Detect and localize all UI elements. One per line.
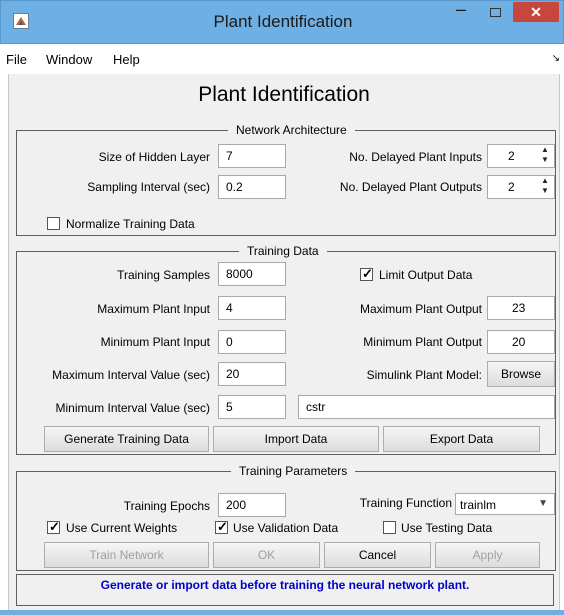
hidden-layer-label: Size of Hidden Layer	[98, 150, 210, 164]
min-interval-label: Minimum Interval Value (sec)	[55, 401, 211, 415]
simulink-model-input[interactable]: cstr	[298, 395, 555, 419]
training-samples-label: Training Samples	[117, 268, 210, 282]
training-parameters-title: Training Parameters	[231, 464, 356, 478]
max-interval-input[interactable]: 20	[218, 362, 286, 386]
use-current-weights-label: Use Current Weights	[66, 521, 178, 535]
sampling-interval-label: Sampling Interval (sec)	[87, 180, 210, 194]
use-testing-data-checkbox[interactable]	[383, 521, 396, 534]
close-button[interactable]: ✕	[513, 2, 559, 22]
export-data-button[interactable]: Export Data	[383, 426, 540, 452]
limit-output-checkbox[interactable]: ✓	[360, 266, 373, 281]
delayed-outputs-spinner[interactable]: 2 ▲ ▼	[487, 175, 555, 199]
delayed-outputs-value: 2	[508, 180, 515, 194]
limit-output-label: Limit Output Data	[379, 268, 473, 282]
normalize-label: Normalize Training Data	[66, 217, 195, 231]
training-function-value: trainlm	[460, 498, 497, 512]
training-function-select[interactable]: trainlm ▼	[455, 493, 555, 515]
page-title: Plant Identification	[198, 83, 370, 106]
delayed-inputs-value: 2	[508, 149, 515, 163]
min-plant-output-input[interactable]: 20	[487, 330, 555, 354]
min-plant-output-label: Minimum Plant Output	[363, 335, 482, 349]
min-plant-input-label: Minimum Plant Input	[100, 335, 210, 349]
max-plant-input-input[interactable]: 4	[218, 296, 286, 320]
training-samples-input[interactable]: 8000	[218, 262, 286, 286]
max-interval-label: Maximum Interval Value (sec)	[52, 368, 210, 382]
maximize-button[interactable]	[481, 2, 509, 22]
use-validation-data-checkbox[interactable]: ✓	[215, 519, 228, 534]
use-testing-data-label: Use Testing Data	[401, 521, 493, 535]
minimize-button[interactable]: ‒	[447, 0, 475, 22]
spinner-arrows-icon[interactable]: ▲ ▼	[536, 176, 554, 198]
sampling-interval-input[interactable]: 0.2	[218, 175, 286, 199]
training-data-title: Training Data	[239, 244, 327, 258]
max-plant-output-input[interactable]: 23	[487, 296, 555, 320]
checkmark-icon: ✓	[49, 519, 60, 534]
status-message: Generate or import data before training …	[100, 578, 470, 592]
checkmark-icon: ✓	[217, 519, 228, 534]
network-architecture-title: Network Architecture	[228, 123, 355, 137]
delayed-outputs-label: No. Delayed Plant Outputs	[339, 180, 482, 194]
chevron-down-icon: ▼	[538, 498, 548, 509]
menu-file[interactable]: File	[6, 52, 27, 67]
max-plant-output-label: Maximum Plant Output	[359, 302, 482, 316]
cancel-button[interactable]: Cancel	[324, 542, 431, 568]
browse-button[interactable]: Browse	[487, 361, 555, 387]
training-epochs-input[interactable]: 200	[218, 493, 286, 517]
window-title: Plant Identification	[213, 12, 353, 31]
use-validation-data-label: Use Validation Data	[233, 521, 339, 535]
delayed-inputs-spinner[interactable]: 2 ▲ ▼	[487, 144, 555, 168]
menu-bar: File Window Help ↘	[0, 44, 564, 74]
import-data-button[interactable]: Import Data	[213, 426, 379, 452]
menu-window[interactable]: Window	[46, 52, 92, 67]
delayed-inputs-label: No. Delayed Plant Inputs	[349, 150, 482, 164]
use-current-weights-checkbox[interactable]: ✓	[47, 519, 60, 534]
max-plant-input-label: Maximum Plant Input	[97, 302, 210, 316]
hidden-layer-input[interactable]: 7	[218, 144, 286, 168]
min-interval-input[interactable]: 5	[218, 395, 286, 419]
window-bottom-border	[0, 610, 564, 615]
train-network-button[interactable]: Train Network	[44, 542, 209, 568]
simulink-model-label: Simulink Plant Model:	[366, 368, 482, 382]
menu-overflow-icon[interactable]: ↘	[552, 53, 560, 64]
status-bar: Generate or import data before training …	[16, 574, 554, 606]
training-epochs-label: Training Epochs	[123, 499, 210, 513]
title-bar: Plant Identification ‒ ✕	[0, 0, 564, 44]
ok-button[interactable]: OK	[213, 542, 320, 568]
normalize-checkbox[interactable]	[47, 217, 60, 230]
apply-button[interactable]: Apply	[435, 542, 540, 568]
spinner-arrows-icon[interactable]: ▲ ▼	[536, 145, 554, 167]
min-plant-input-input[interactable]: 0	[218, 330, 286, 354]
menu-help[interactable]: Help	[113, 52, 140, 67]
training-function-label: Training Function	[359, 496, 452, 510]
generate-training-data-button[interactable]: Generate Training Data	[44, 426, 209, 452]
checkmark-icon: ✓	[362, 266, 373, 281]
